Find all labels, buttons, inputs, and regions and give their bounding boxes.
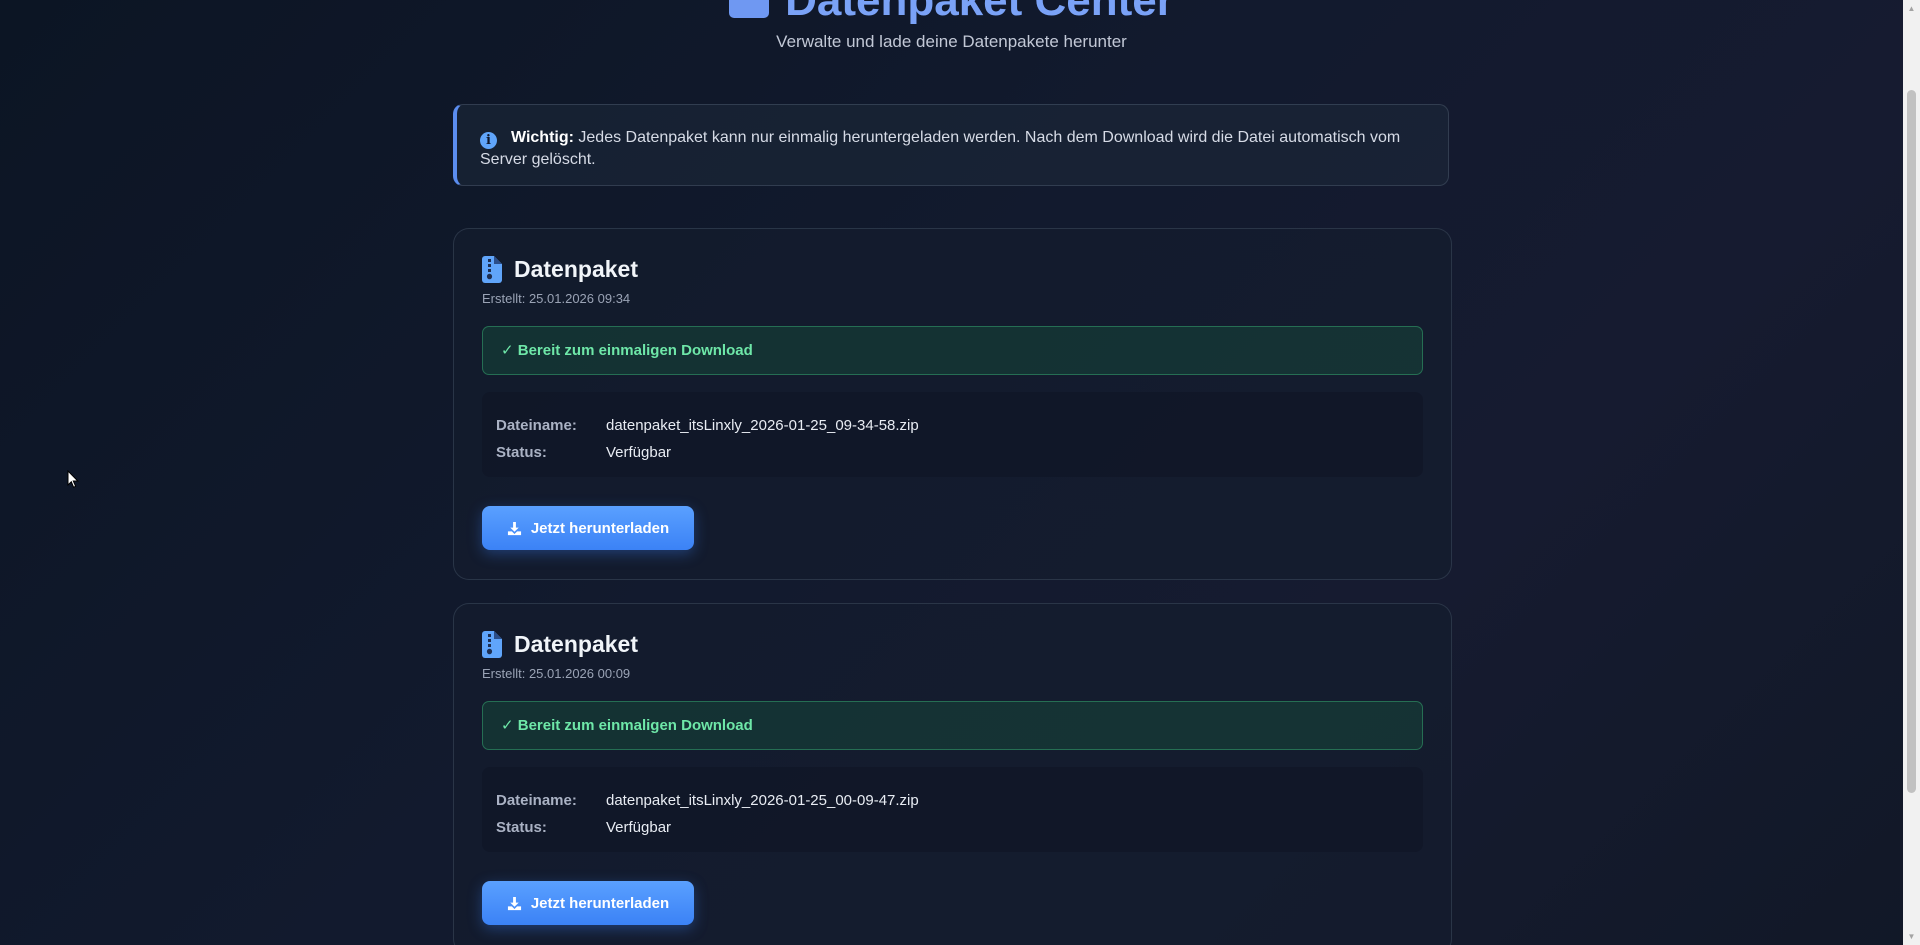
status-value: Verfügbar (606, 819, 672, 836)
page: Datenpaket Center Verwalte und lade dein… (0, 0, 1903, 945)
file-details: Dateiname: datenpaket_itsLinxly_2026-01-… (482, 392, 1423, 477)
notice-label: Wichtig: (511, 129, 574, 146)
download-button-label: Jetzt herunterladen (530, 519, 670, 537)
status-row: Status: Verfügbar (496, 439, 1409, 466)
page-title-row: Datenpaket Center (729, 0, 1174, 26)
filename-row: Dateiname: datenpaket_itsLinxly_2026-01-… (496, 787, 1409, 814)
important-notice: i Wichtig: Jedes Datenpaket kann nur einm… (453, 104, 1449, 186)
created-date: Erstellt: 25.01.2026 09:34 (482, 291, 631, 306)
scroll-up-icon[interactable]: ▲ (1903, 0, 1920, 17)
vertical-scrollbar[interactable]: ▲ ▼ (1903, 0, 1920, 945)
status-label: Status: (496, 819, 547, 836)
status-row: Status: Verfügbar (496, 814, 1409, 841)
status-value: Verfügbar (606, 444, 672, 461)
mouse-cursor-icon (67, 469, 79, 494)
created-date: Erstellt: 25.01.2026 00:09 (482, 666, 631, 681)
page-header: Datenpaket Center (0, 0, 1903, 26)
filename-row: Dateiname: datenpaket_itsLinxly_2026-01-… (496, 412, 1409, 439)
data-package-card: Datenpaket Erstellt: 25.01.2026 00:09 ✓ … (453, 603, 1452, 945)
file-details: Dateiname: datenpaket_itsLinxly_2026-01-… (482, 767, 1423, 852)
scroll-down-icon[interactable]: ▼ (1903, 928, 1920, 945)
filename-value: datenpaket_itsLinxly_2026-01-25_00-09-47… (606, 792, 919, 809)
download-button[interactable]: Jetzt herunterladen (482, 881, 694, 925)
card-header: Datenpaket (482, 631, 638, 658)
download-button[interactable]: Jetzt herunterladen (482, 506, 694, 550)
folder-icon (729, 0, 770, 18)
data-package-card: Datenpaket Erstellt: 25.01.2026 09:34 ✓ … (453, 228, 1452, 580)
file-zipper-icon (482, 256, 502, 283)
download-icon (507, 521, 521, 535)
status-label: Status: (496, 444, 547, 461)
scrollbar-thumb[interactable] (1907, 90, 1916, 793)
filename-label: Dateiname: (496, 417, 577, 434)
status-badge: ✓ Bereit zum einmaligen Download (482, 326, 1423, 375)
status-badge: ✓ Bereit zum einmaligen Download (482, 701, 1423, 750)
card-header: Datenpaket (482, 256, 638, 283)
notice-text: Jedes Datenpaket kann nur einmalig herun… (480, 129, 1401, 168)
page-title: Datenpaket Center (785, 0, 1174, 25)
info-icon: i (480, 132, 497, 149)
filename-value: datenpaket_itsLinxly_2026-01-25_09-34-58… (606, 417, 919, 434)
file-zipper-icon (482, 631, 502, 658)
download-button-label: Jetzt herunterladen (530, 894, 670, 912)
card-title: Datenpaket (514, 256, 638, 282)
filename-label: Dateiname: (496, 792, 577, 809)
card-title: Datenpaket (514, 631, 638, 657)
page-subtitle: Verwalte und lade deine Datenpakete heru… (776, 32, 1127, 51)
download-icon (507, 896, 521, 910)
